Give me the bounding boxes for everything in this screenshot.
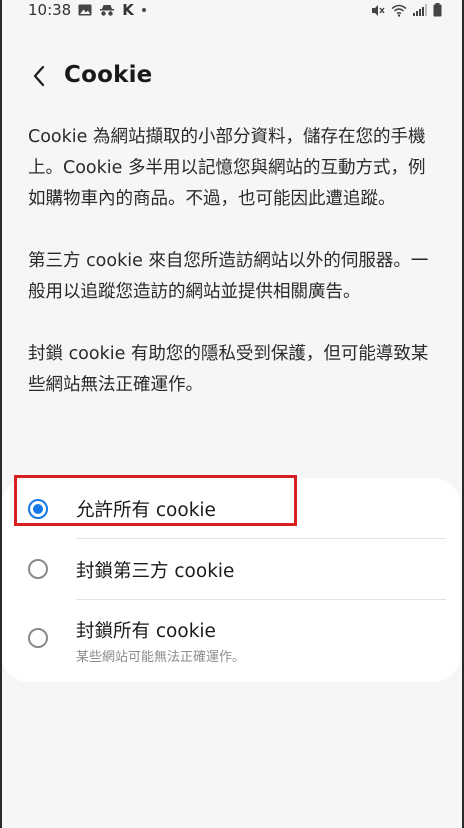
option-block-third-party[interactable]: 封鎖第三方 cookie — [2, 539, 460, 599]
description-paragraph-1: Cookie 為網站擷取的小部分資料，儲存在您的手機上。Cookie 多半用以記… — [28, 127, 426, 209]
incognito-icon — [99, 4, 115, 16]
radio-block-third-party[interactable] — [28, 559, 48, 579]
option-label-allow-all: 允許所有 cookie — [76, 500, 216, 521]
option-allow-all-cookies[interactable]: 允許所有 cookie — [2, 478, 460, 538]
option-block-all-cookies[interactable]: 封鎖所有 cookie 某些網站可能無法正確運作。 — [2, 600, 460, 682]
battery-icon — [433, 3, 442, 17]
wifi-icon — [391, 4, 407, 17]
status-left: 10:38 K — [28, 1, 147, 19]
app-header: Cookie — [0, 56, 464, 100]
signal-icon — [413, 4, 427, 16]
status-bar: 10:38 K — [0, 0, 464, 20]
description-paragraph-3: 封鎖 cookie 有助您的隱私受到保護，但可能導致某些網站無法正確運作。 — [28, 344, 429, 395]
option-label-block-all: 封鎖所有 cookie — [76, 621, 216, 642]
description-paragraph-2: 第三方 cookie 來自您所造訪網站以外的伺服器。一般用以追蹤您造訪的網站並提… — [28, 251, 429, 302]
page-title: Cookie — [64, 62, 153, 88]
chevron-left-icon — [32, 65, 46, 91]
option-label-block-third-party: 封鎖第三方 cookie — [76, 561, 235, 582]
status-right — [371, 3, 442, 17]
radio-allow-all[interactable] — [28, 499, 48, 519]
back-button[interactable] — [22, 60, 56, 96]
image-icon — [78, 4, 92, 16]
cookie-options-card: 允許所有 cookie 封鎖第三方 cookie 封鎖所有 cookie 某些網… — [2, 478, 460, 682]
k-icon: K — [122, 1, 134, 19]
dot-icon — [141, 7, 147, 13]
cookie-description: Cookie 為網站擷取的小部分資料，儲存在您的手機上。Cookie 多半用以記… — [28, 122, 438, 432]
option-sublabel-block-all: 某些網站可能無法正確運作。 — [76, 650, 246, 665]
mute-icon — [371, 4, 385, 17]
radio-block-all[interactable] — [28, 628, 48, 648]
status-time: 10:38 — [28, 1, 72, 19]
